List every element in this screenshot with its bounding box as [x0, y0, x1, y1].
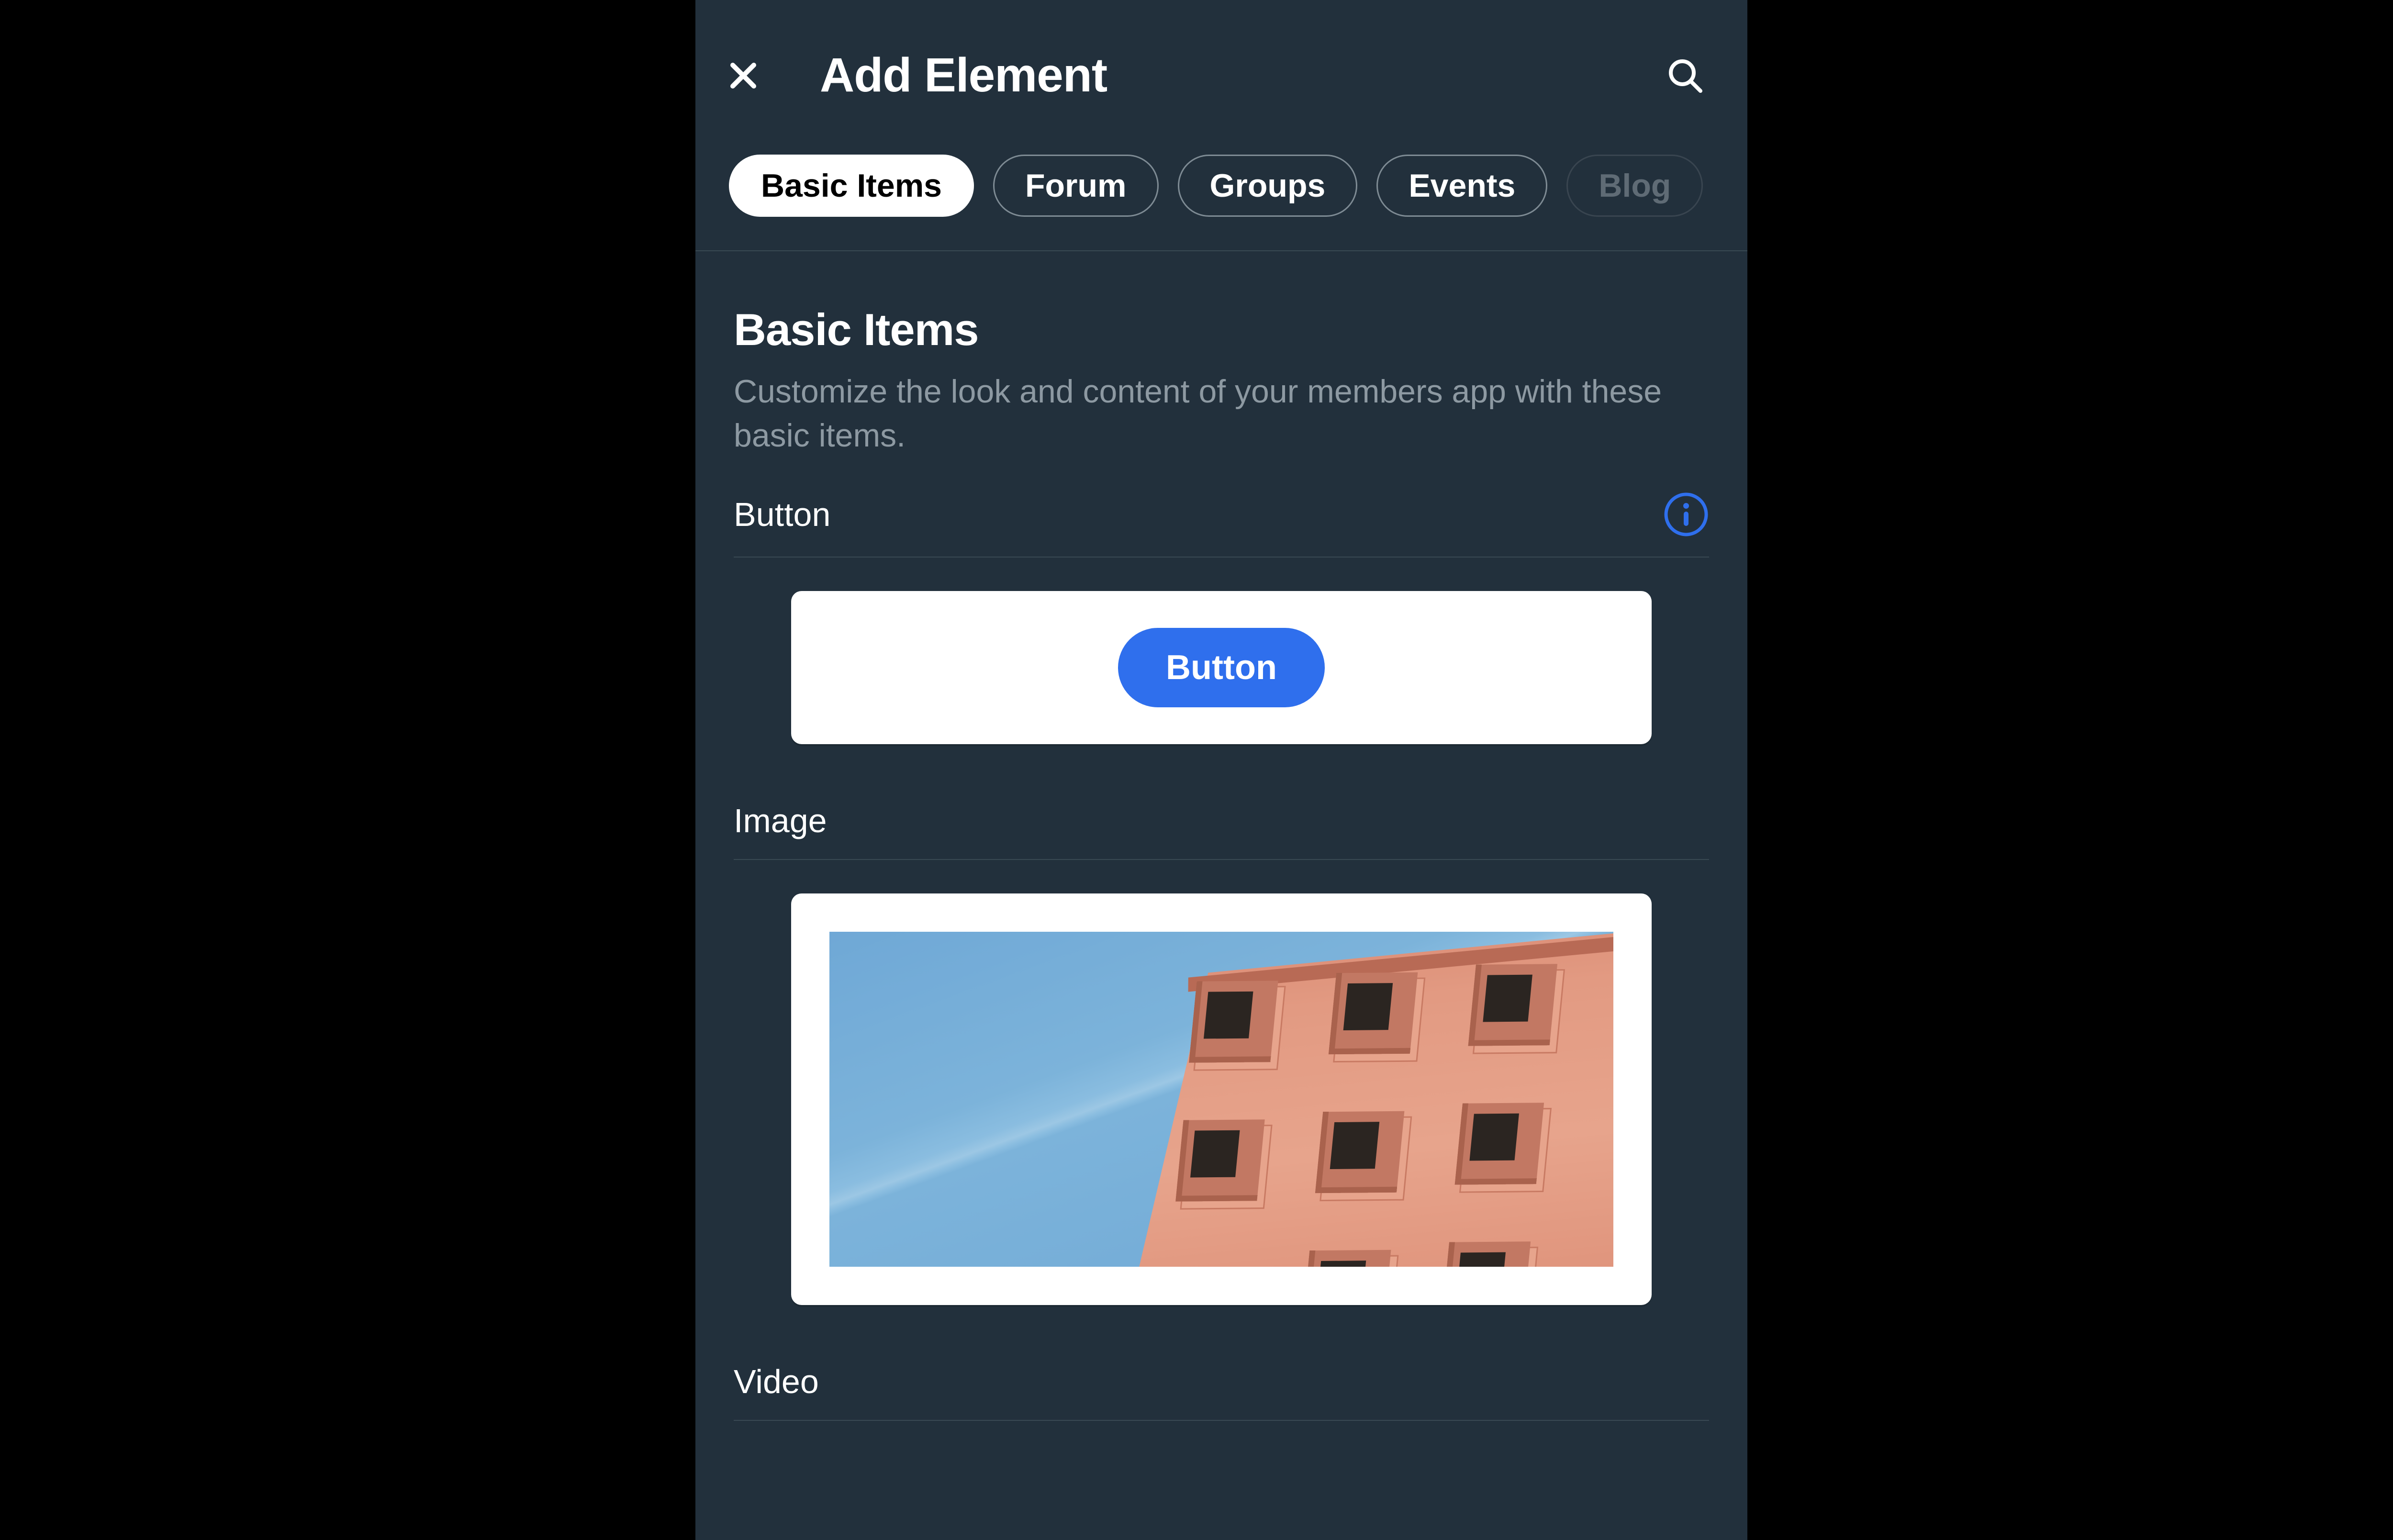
search-icon	[1667, 57, 1703, 94]
tab-label: Events	[1409, 167, 1515, 204]
tab-basic-items[interactable]: Basic Items	[729, 155, 974, 217]
stage: Add Element Basic Items Forum Groups Eve…	[0, 0, 2393, 1540]
item-label-button: Button	[734, 495, 830, 534]
top-bar: Add Element	[695, 0, 1747, 132]
close-button[interactable]	[724, 56, 762, 95]
tab-events[interactable]: Events	[1376, 155, 1547, 217]
section-heading: Basic Items	[734, 304, 1709, 356]
building-illustration	[1125, 932, 1613, 1267]
section-description: Customize the look and content of your m…	[734, 370, 1709, 458]
button-preview-pill: Button	[1118, 628, 1325, 707]
category-tabs[interactable]: Basic Items Forum Groups Events Blog	[695, 132, 1747, 251]
item-header-button: Button	[734, 491, 1709, 558]
tab-label: Groups	[1210, 167, 1326, 204]
tab-label: Basic Items	[761, 167, 942, 204]
close-icon	[729, 61, 758, 90]
tab-forum[interactable]: Forum	[993, 155, 1159, 217]
button-preview-label: Button	[1166, 648, 1277, 687]
element-button-preview[interactable]: Button	[791, 591, 1652, 744]
info-icon	[1663, 491, 1709, 537]
tab-groups[interactable]: Groups	[1178, 155, 1358, 217]
item-header-video: Video	[734, 1362, 1709, 1421]
tab-blog[interactable]: Blog	[1566, 155, 1703, 217]
tab-label: Forum	[1025, 167, 1127, 204]
search-button[interactable]	[1666, 56, 1704, 95]
page-title: Add Element	[820, 48, 1609, 103]
tab-label: Blog	[1599, 167, 1671, 204]
item-header-image: Image	[734, 802, 1709, 860]
item-label-image: Image	[734, 802, 827, 840]
image-preview-illustration	[829, 932, 1613, 1267]
info-button[interactable]	[1663, 491, 1709, 537]
add-element-panel: Add Element Basic Items Forum Groups Eve…	[695, 0, 1747, 1540]
item-label-video: Video	[734, 1362, 819, 1401]
element-image-preview[interactable]	[791, 893, 1652, 1305]
content: Basic Items Customize the look and conte…	[695, 251, 1747, 1421]
